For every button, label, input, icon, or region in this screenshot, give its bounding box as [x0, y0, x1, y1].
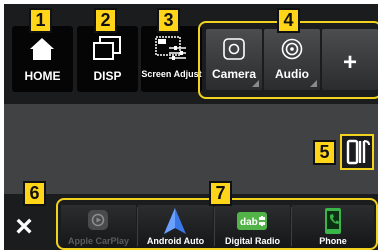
home-icon: [30, 38, 54, 60]
phone-link-button[interactable]: [340, 134, 374, 170]
close-icon: ×: [15, 210, 33, 243]
disp-label: DISP: [93, 69, 122, 83]
callout-2: 2: [94, 8, 117, 33]
display-icon: [93, 36, 121, 60]
screen-adjust-label: Screen Adjust: [141, 69, 202, 79]
callout-7: 7: [209, 181, 232, 206]
callout-3: 3: [157, 8, 180, 33]
screen-adjust-button[interactable]: Screen Adjust: [141, 26, 202, 92]
home-screen: HOME DISP Screen Adjust Camera Audio + ×…: [4, 4, 378, 250]
callout-6: 6: [23, 181, 46, 206]
callout-5: 5: [313, 140, 336, 165]
home-label: HOME: [24, 69, 61, 83]
disp-button[interactable]: DISP: [77, 26, 138, 92]
callout-1: 1: [29, 8, 52, 33]
callout-4: 4: [277, 8, 300, 33]
home-button[interactable]: HOME: [12, 26, 73, 92]
screen-adjust-icon: [155, 36, 186, 60]
close-button[interactable]: ×: [9, 211, 39, 243]
phone-link-icon: [346, 139, 370, 165]
